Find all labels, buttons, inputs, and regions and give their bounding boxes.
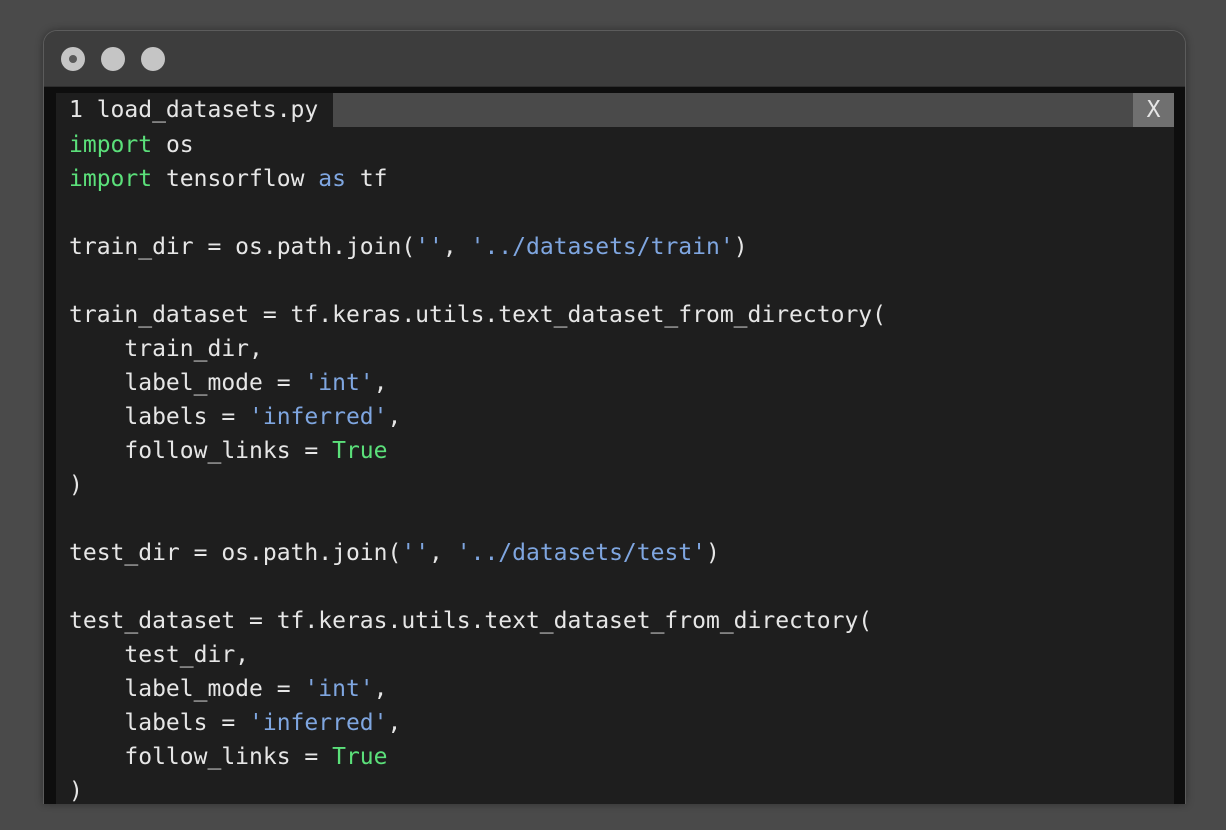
code-token: train_dir, xyxy=(69,336,263,362)
code-token: tf xyxy=(345,166,388,192)
string-token: '../datasets/test' xyxy=(456,540,706,566)
code-token: follow_links = xyxy=(69,744,333,770)
string-token: '' xyxy=(415,234,443,260)
code-line: test_dir, xyxy=(69,638,886,672)
code-line: label_mode = 'int', xyxy=(69,366,886,400)
code-line: ) xyxy=(69,468,886,502)
maximize-window-button[interactable] xyxy=(141,47,165,71)
close-dot-icon xyxy=(69,55,77,63)
code-token: test_dataset = tf.keras.utils.text_datas… xyxy=(69,608,873,634)
code-line: train_dir, xyxy=(69,332,886,366)
minimize-window-button[interactable] xyxy=(101,47,125,71)
keyword-token: import xyxy=(69,166,153,192)
boolean-token: True xyxy=(332,744,388,770)
code-token: , xyxy=(442,234,471,260)
code-token: tensorflow xyxy=(152,166,319,192)
code-line: follow_links = True xyxy=(69,434,886,468)
code-token: ) xyxy=(69,472,83,498)
string-token: '' xyxy=(401,540,430,566)
boolean-token: True xyxy=(332,438,388,464)
code-token: ) xyxy=(706,540,720,566)
code-token: , xyxy=(373,370,388,396)
code-token: train_dir = os.path.join( xyxy=(69,234,416,260)
close-window-button[interactable] xyxy=(61,47,85,71)
code-line: test_dataset = tf.keras.utils.text_datas… xyxy=(69,604,886,638)
code-line: label_mode = 'int', xyxy=(69,672,886,706)
code-line: import tensorflow as tf xyxy=(69,162,886,196)
code-token: , xyxy=(373,676,388,702)
code-token: , xyxy=(429,540,457,566)
string-token: 'inferred' xyxy=(249,710,388,736)
code-token: labels = xyxy=(69,710,250,736)
tab-close-button[interactable]: X xyxy=(1133,93,1174,127)
code-token: ) xyxy=(69,778,83,804)
code-line: labels = 'inferred', xyxy=(69,400,886,434)
code-line: labels = 'inferred', xyxy=(69,706,886,740)
tab-load-datasets[interactable]: 1 load_datasets.py xyxy=(56,93,333,127)
code-token: os xyxy=(152,132,194,158)
code-line: import os xyxy=(69,128,886,162)
code-token: label_mode = xyxy=(69,676,305,702)
code-token: label_mode = xyxy=(69,370,305,396)
keyword-token: import xyxy=(69,132,153,158)
code-token: ) xyxy=(733,234,748,260)
string-token: 'int' xyxy=(304,370,374,396)
editor-frame: 1 load_datasets.py X import os import ten… xyxy=(44,87,1185,804)
title-bar xyxy=(44,31,1185,87)
code-line: follow_links = True xyxy=(69,740,886,774)
tab-bar: 1 load_datasets.py X xyxy=(56,93,1174,127)
string-token: '../datasets/train' xyxy=(470,234,734,260)
string-token: 'inferred' xyxy=(249,404,388,430)
code-line: test_dir = os.path.join('', '../datasets… xyxy=(69,536,886,570)
code-token: test_dir, xyxy=(69,642,250,668)
string-token: as xyxy=(318,166,346,192)
code-line: train_dataset = tf.keras.utils.text_data… xyxy=(69,298,886,332)
string-token: 'int' xyxy=(304,676,374,702)
code-area[interactable]: import os import tensorflow as tf train_di… xyxy=(69,128,886,804)
code-token: test_dir = os.path.join( xyxy=(69,540,402,566)
code-token: labels = xyxy=(69,404,250,430)
code-token: follow_links = xyxy=(69,438,333,464)
editor-window: 1 load_datasets.py X import os import ten… xyxy=(43,30,1186,804)
code-editor[interactable]: 1 load_datasets.py X import os import ten… xyxy=(56,93,1174,804)
code-token: , xyxy=(387,404,402,430)
code-token: train_dataset = tf.keras.utils.text_data… xyxy=(69,302,886,328)
code-line: train_dir = os.path.join('', '../dataset… xyxy=(69,230,886,264)
code-line: ) xyxy=(69,774,886,804)
code-token: , xyxy=(387,710,402,736)
